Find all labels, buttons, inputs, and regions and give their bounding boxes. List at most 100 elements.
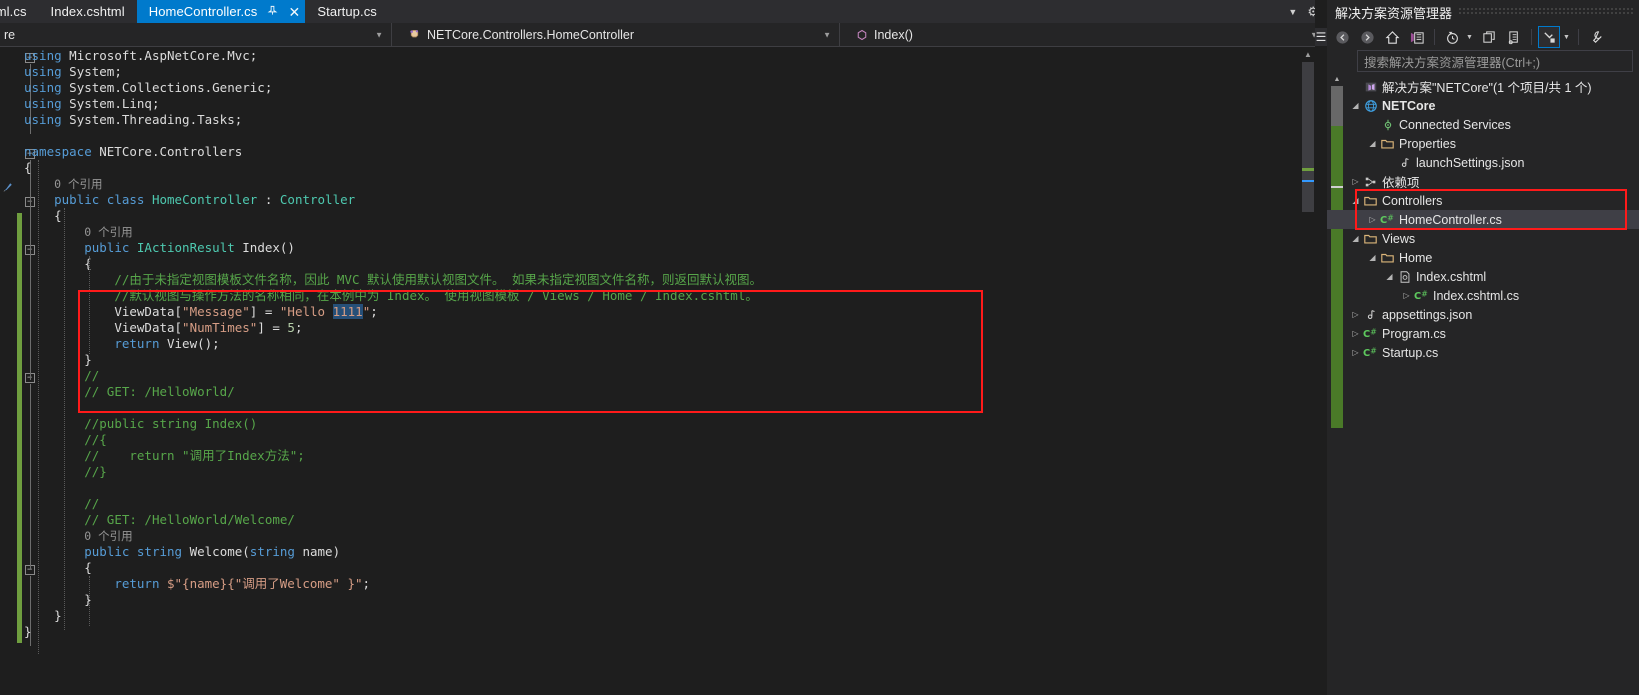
chevron-expanded-icon[interactable]: ◢ [1366,253,1379,262]
code-token: class [106,192,145,207]
code-line: { [24,208,1287,224]
chevron-down-icon[interactable]: ▼ [375,30,383,39]
tree-item[interactable]: ◢ Index.cshtml [1327,267,1639,286]
code-token: Controller [279,192,356,207]
code-line: using Microsoft.AspNetCore.Mvc; [24,48,1287,64]
tree-item[interactable]: ◢ Views [1327,229,1639,248]
chevron-collapsed-icon[interactable]: ▷ [1349,348,1362,357]
chevron-collapsed-icon[interactable]: ▷ [1349,310,1362,319]
document-tab[interactable]: HomeController.cs ✕ [136,0,306,23]
chevron-collapsed-icon[interactable]: ▷ [1349,177,1362,186]
show-all-files-icon[interactable] [1478,26,1500,48]
tree-item[interactable]: 解决方案"NETCore"(1 个项目/共 1 个) [1327,77,1639,96]
tree-item[interactable]: ▷ C # Index.cshtml.cs [1327,286,1639,305]
chevron-expanded-icon[interactable]: ◢ [1349,234,1362,243]
tree-item[interactable]: launchSettings.json [1327,153,1639,172]
split-view-grip-icon[interactable]: ☰ [1315,28,1327,46]
document-tab-label: HomeController.cs [148,4,258,19]
code-token: 0 个引用 [84,529,133,543]
chevron-expanded-icon[interactable]: ◢ [1349,101,1362,110]
tree-item[interactable]: ▷ appsettings.json [1327,305,1639,324]
refresh-icon[interactable] [1503,26,1525,48]
solution-explorer-icon[interactable] [1406,26,1428,48]
editor-vertical-scrollbar[interactable]: ▲ [1301,48,1315,695]
chevron-down-icon[interactable]: ▼ [1288,7,1297,17]
navbar-member-dropdown[interactable]: Index() ▼ [840,23,1327,46]
indent-guide [89,576,90,626]
document-tab-label: Index.cshtml [50,4,125,19]
tree-item[interactable]: ▷ C # Program.cs [1327,324,1639,343]
code-line: 0 个引用 [24,176,1287,192]
chevron-down-icon[interactable]: ▼ [823,30,831,39]
chevron-expanded-icon[interactable]: ◢ [1366,139,1379,148]
code-token: using [24,112,62,127]
code-token: // [84,496,100,511]
solution-explorer-search-box[interactable]: 搜索解决方案资源管理器(Ctrl+;) [1357,50,1633,72]
code-line: using System.Linq; [24,96,1287,112]
document-tab[interactable]: Index.cshtml [39,0,137,23]
tree-item-label: Controllers [1382,193,1443,208]
solution-explorer-tree[interactable]: ▲ 解决方案"NETCore"(1 个项目/共 1 个) ◢ NETCore Conn… [1327,74,1639,695]
back-icon[interactable] [1331,26,1353,48]
pending-changes-icon[interactable] [1441,26,1463,48]
tree-item-label: Index.cshtml.cs [1433,288,1520,303]
home-icon[interactable] [1381,26,1403,48]
pin-icon[interactable] [265,5,279,18]
tree-item[interactable]: ◢ Controllers [1327,191,1639,210]
indent-guide [38,160,39,654]
forward-icon[interactable] [1356,26,1378,48]
chevron-down-icon[interactable]: ▼ [1563,34,1572,41]
code-text[interactable]: using Microsoft.AspNetCore.Mvc; using Sys… [24,48,1287,695]
code-token: ] = [257,320,288,335]
code-line: return $"{name}{"调用了Welcome" }"; [24,576,1287,592]
document-tab[interactable]: Startup.cs [305,0,389,23]
code-token: { [84,256,92,271]
tree-item[interactable]: ◢ Home [1327,248,1639,267]
code-token: using [24,80,62,95]
close-icon[interactable]: ✕ [287,5,301,19]
collapse-all-icon[interactable] [1538,26,1560,48]
code-editor-surface[interactable]: using Microsoft.AspNetCore.Mvc;using Sys… [0,48,1327,695]
properties-icon[interactable] [1585,26,1607,48]
code-line: using System; [24,64,1287,80]
json-file-icon [1362,308,1379,322]
tree-item[interactable]: ▷ 依赖项 [1327,172,1639,191]
code-line: 0 个引用 [24,528,1287,544]
code-line: //public string Index() [24,416,1287,432]
toolbar-separator [1531,29,1532,45]
tree-item[interactable]: ▷ C # Startup.cs [1327,343,1639,362]
document-tab[interactable]: tml.cs [0,0,39,23]
indent-guide [64,208,65,630]
tree-item[interactable]: ◢ Properties [1327,134,1639,153]
chevron-down-icon[interactable]: ▼ [1466,34,1475,41]
code-token: ] = [249,304,280,319]
editor-splitter[interactable]: ☰ [1315,0,1327,695]
scroll-up-icon[interactable]: ▲ [1301,48,1315,62]
indent-guide [89,256,90,354]
code-token: } [24,624,32,639]
tree-item[interactable]: Connected Services [1327,115,1639,134]
chevron-expanded-icon[interactable]: ◢ [1383,272,1396,281]
scrollbar-thumb[interactable] [1302,62,1314,212]
csharp-file-icon: C # [1379,213,1396,226]
navbar-type-dropdown[interactable]: NETCore.Controllers.HomeController ▼ [392,23,840,46]
tree-item[interactable]: ◢ NETCore [1327,96,1639,115]
tree-item[interactable]: ▷ C # HomeController.cs [1327,210,1639,229]
chevron-collapsed-icon[interactable]: ▷ [1349,329,1362,338]
code-navigation-bar: re ▼ NETCore.Controllers.HomeController … [0,23,1327,47]
navbar-project-dropdown[interactable]: re ▼ [0,23,392,46]
csharp-file-icon: C # [1362,346,1379,359]
code-token: using [24,96,62,111]
bookmark-icon[interactable] [2,180,14,192]
chevron-collapsed-icon[interactable]: ▷ [1366,215,1379,224]
chevron-expanded-icon[interactable]: ◢ [1349,196,1362,205]
code-token: using [24,48,62,63]
chevron-collapsed-icon[interactable]: ▷ [1400,291,1413,300]
